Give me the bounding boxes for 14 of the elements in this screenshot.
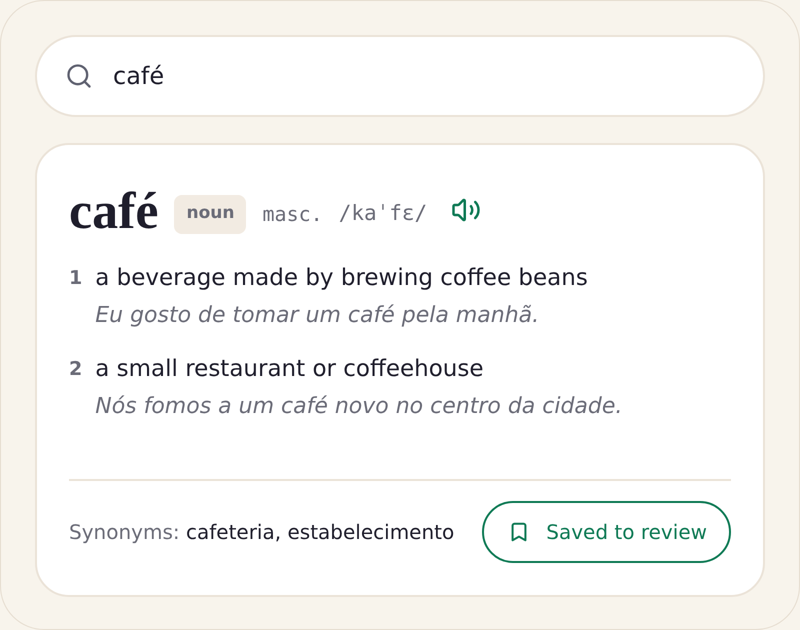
pronunciation-text: /kaˈfɛ/ [338,200,428,228]
sense-number: 2 [69,357,82,382]
save-to-review-button[interactable]: Saved to review [482,501,731,563]
synonyms-text: Synonyms: cafeteria, estabelecimento [69,519,454,546]
part-of-speech-tag: noun [174,194,246,234]
sense-number: 1 [69,266,82,291]
search-field[interactable]: café [35,35,765,117]
search-icon [65,62,93,90]
definition-text: a small restaurant or coffeehouse [95,355,485,384]
example-sentence: Eu gosto de tomar um café pela manhã. [95,302,540,330]
headword: café [69,185,158,239]
example-sentence: Nós fomos a um café novo no centro da cidade. [95,393,622,421]
definition-text: a beverage made by brewing coffee beans [95,264,588,293]
gender-label: masc. [262,201,323,228]
